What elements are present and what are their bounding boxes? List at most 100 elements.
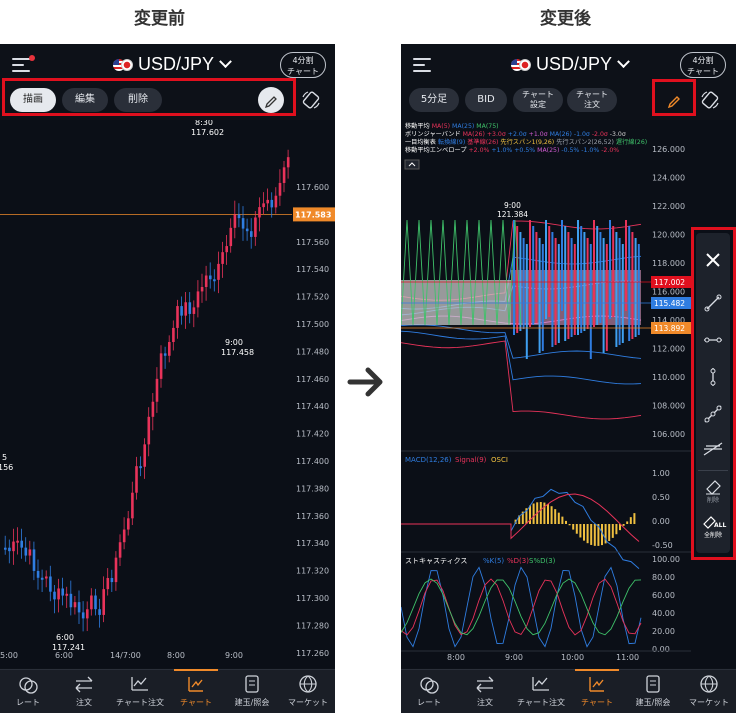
y-tick-label: 117.540 [296,265,329,274]
indicator-chart[interactable]: 移動平均 MA(5) MA(25) MA(75) ボリンジャーバンド MA(26)… [401,120,736,668]
candle-body [209,275,212,280]
y-tick-label: 117.260 [296,649,329,658]
y-tick-label: 126.000 [652,145,685,154]
candle-body [535,232,538,323]
erase-all-icon[interactable]: ALL [698,509,728,531]
candle-body [618,238,621,345]
annotation-price: 117.458 [221,348,254,357]
tab-label: マーケット [689,698,729,707]
candle-body [24,547,28,556]
candle-body [554,238,557,345]
candle-body [593,220,595,327]
annotation-time: 6:00 [56,633,74,642]
erase-all-label: 全削除 [703,532,722,539]
eraser-icon[interactable] [698,474,728,496]
rotate-button[interactable] [298,87,324,113]
chart-canvas: 移動平均 MA(5) MA(25) MA(75)ボリンジャーバンド MA(26)… [401,122,691,662]
osci-bar [586,524,589,544]
y-tick-label: 117.440 [296,402,329,411]
positions-tab[interactable]: 建玉/照会 [625,674,681,708]
legend-item: -1.0% [579,147,599,154]
candle-body [57,588,60,600]
parallel-line-icon[interactable] [698,399,728,429]
currency-pair-selector[interactable]: USD/JPY [113,54,232,75]
split-chart-button[interactable]: 4分割 チャート [680,52,726,78]
candle-body [628,226,631,341]
timeframe-button[interactable]: 5分足 [409,88,459,112]
split-chart-button[interactable]: 4分割 チャート [280,52,326,78]
order-tab[interactable]: 注文 [457,674,513,708]
order-tab[interactable]: 注文 [56,674,112,708]
osci-bar [554,509,557,524]
flag-icon [511,58,531,71]
split-label-2: チャート [287,67,319,76]
y-tick-label: 117.380 [296,484,329,493]
market-tab[interactable]: マーケット [681,674,736,708]
osci-bar [565,520,567,524]
candle-body [522,238,525,329]
chart-tab[interactable]: チャート [168,669,224,708]
candle-body [237,214,241,219]
candle-body [32,549,36,571]
positions-tab[interactable]: 建玉/照会 [224,674,280,708]
market-tab[interactable]: マーケット [280,674,335,708]
candle-body [262,203,265,208]
stoch-sd-label: S%D(3) [529,557,556,565]
candle-body [139,466,142,469]
y-tick-label: 120.000 [652,231,685,240]
candle-body [188,302,192,314]
caption-after: 変更後 [540,9,591,29]
y-tick-label: 117.600 [296,183,329,192]
menu-icon[interactable] [12,55,35,72]
candle-body [221,252,224,264]
chart-settings-button[interactable]: チャート 設定 [513,88,563,112]
candle-body [4,547,7,550]
legend-row: 一目均衡表 転換線(9) 基準線(26) 先行スパン1(9,26) 先行スパン2… [405,138,647,146]
candle-body [286,157,290,168]
chart-order-tab[interactable]: チャート注文 [112,674,168,708]
split-label-2: チャート [687,67,719,76]
legend-item: MA(26) [461,131,485,138]
channel-icon[interactable] [698,433,728,463]
chart-order-button[interactable]: チャート 注文 [567,88,617,112]
candle-body [609,220,611,319]
bid-button[interactable]: BID [465,88,507,112]
rate-tab[interactable]: レート [0,674,56,708]
legend-item: +2.0σ [506,131,527,138]
y-tick-label: 117.520 [296,293,329,302]
y-tick-label: 118.000 [652,259,685,268]
candle-body [172,327,175,343]
osci-bar [547,503,549,524]
y-tick-label: 116.000 [652,288,685,297]
x-tick-label: 8:00 [167,651,185,660]
osci-bar [622,524,625,526]
chart-tab[interactable]: チャート [569,669,625,708]
legend-label: 移動平均エンベロープ [405,146,467,154]
rate-tab[interactable]: レート [401,674,457,708]
tab-label: レート [16,698,40,707]
horizontal-line-icon[interactable] [698,325,728,355]
y-tick-label: 117.320 [296,567,329,576]
osci-bar [633,513,636,524]
rotate-button[interactable] [697,87,723,113]
candle-body [625,220,627,311]
vertical-line-icon[interactable] [698,362,728,392]
osci-label: OSCI [491,456,508,464]
candle-body [155,378,159,402]
currency-pair-selector[interactable]: USD/JPY [511,54,630,75]
chart-settings-label-2: 設定 [530,100,546,109]
candle-body [577,220,579,335]
candle-body [541,244,544,351]
trendline-icon[interactable] [698,288,728,318]
tab-label: 建玉/照会 [635,698,671,707]
close-icon[interactable] [698,245,728,275]
candle-body [525,244,528,359]
candle-body [94,595,97,610]
chart-order-label-1: チャート [576,90,608,99]
menu-icon[interactable] [413,58,431,72]
chart-order-tab[interactable]: チャート注文 [513,674,569,708]
legend-item: +0.5% [512,147,535,154]
stoch-label: ストキャスティクス [405,557,467,565]
candlestick-chart[interactable]: 117.600117.580117.560117.540117.520117.5… [0,118,335,685]
y-tick-label: -0.50 [652,541,673,550]
